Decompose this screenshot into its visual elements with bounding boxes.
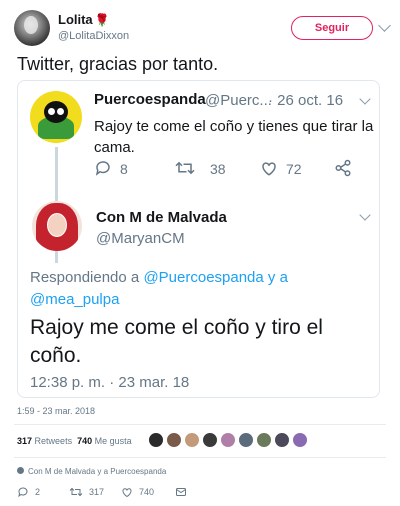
replying-prefix: Respondiendo a [30, 269, 140, 286]
avatar[interactable] [148, 432, 164, 448]
avatar[interactable] [220, 432, 236, 448]
reply-icon[interactable] [17, 486, 29, 498]
replying-to: Respondiendo a @Puercoespanda y a @mea_p… [30, 267, 360, 311]
avatar[interactable] [202, 432, 218, 448]
reply-author-handle[interactable]: @MaryanCM [96, 230, 185, 247]
reply-count: 2 [35, 487, 41, 497]
avatar[interactable] [256, 432, 272, 448]
retweet-count: 38 [210, 161, 226, 177]
replying-link-1[interactable]: @Puercoespanda y a [143, 269, 288, 286]
retweets-label[interactable]: Retweets [35, 436, 73, 446]
person-icon [17, 467, 24, 474]
replying-link-2[interactable]: @mea_pulpa [30, 291, 119, 308]
likes-count[interactable]: 740 [77, 436, 92, 446]
avatar[interactable] [166, 432, 182, 448]
retweet-count: 317 [89, 487, 105, 497]
like-icon[interactable] [121, 486, 133, 498]
reply-time[interactable]: 12:38 p. m. · 23 mar. 18 [30, 374, 189, 391]
likes-label[interactable]: Me gusta [95, 436, 132, 446]
quoted-tweet-card[interactable]: Puercoespanda @Puerc... · 26 oct. 16 Raj… [17, 80, 380, 398]
retweet-icon[interactable] [174, 159, 196, 177]
puercoespanda-avatar[interactable] [30, 91, 82, 143]
author-name[interactable]: Lolita 🌹 [58, 12, 110, 27]
quoted-author-handle[interactable]: @Puerc... [205, 92, 272, 109]
reply-text: Rajoy me come el coño y tiro el coño. [30, 316, 323, 367]
avatar[interactable] [274, 432, 290, 448]
follow-button[interactable]: Seguir [291, 16, 373, 40]
author-avatar[interactable] [14, 10, 50, 46]
share-icon[interactable] [334, 159, 352, 177]
like-count: 740 [139, 487, 155, 497]
avatar[interactable] [184, 432, 200, 448]
tweet-text: Twitter, gracias por tanto. [17, 54, 219, 74]
chevron-down-icon[interactable] [359, 93, 371, 105]
quoted-actions: 8 38 72 [94, 159, 364, 179]
quoted-date[interactable]: · 26 oct. 16 [268, 92, 343, 109]
reply-note: Con M de Malvada y a Puercoespanda [17, 467, 166, 476]
quoted-text: Rajoy te come el coño y tienes que tirar… [94, 118, 374, 156]
reply-count: 8 [120, 161, 128, 177]
author-name-text[interactable]: Lolita [58, 12, 93, 27]
avatar[interactable] [238, 432, 254, 448]
author-handle[interactable]: @LolitaDixxon [58, 30, 129, 42]
like-icon[interactable] [260, 159, 278, 177]
tweet-actions: 2 317 740 [17, 486, 207, 500]
malvada-avatar[interactable] [32, 201, 82, 251]
retweet-icon[interactable] [69, 486, 83, 498]
reply-author-name[interactable]: Con M de Malvada [96, 209, 227, 226]
quoted-author-name[interactable]: Puercoespanda [94, 91, 206, 108]
message-icon[interactable] [175, 486, 187, 498]
divider [14, 424, 386, 425]
chevron-down-icon[interactable] [359, 209, 371, 221]
divider [14, 457, 386, 458]
tweet-timestamp[interactable]: 1:59 - 23 mar. 2018 [17, 406, 95, 416]
reply-note-text[interactable]: Con M de Malvada y a Puercoespanda [28, 467, 166, 476]
tweet-stats: 317 Retweets 740 Me gusta [17, 436, 132, 446]
retweets-count[interactable]: 317 [17, 436, 32, 446]
like-count: 72 [286, 161, 302, 177]
tweet-header: Lolita 🌹 @LolitaDixxon Seguir [14, 10, 391, 46]
rose-emoji: 🌹 [94, 13, 110, 27]
avatar[interactable] [292, 432, 308, 448]
chevron-down-icon[interactable] [378, 19, 391, 32]
reply-icon[interactable] [94, 159, 112, 177]
